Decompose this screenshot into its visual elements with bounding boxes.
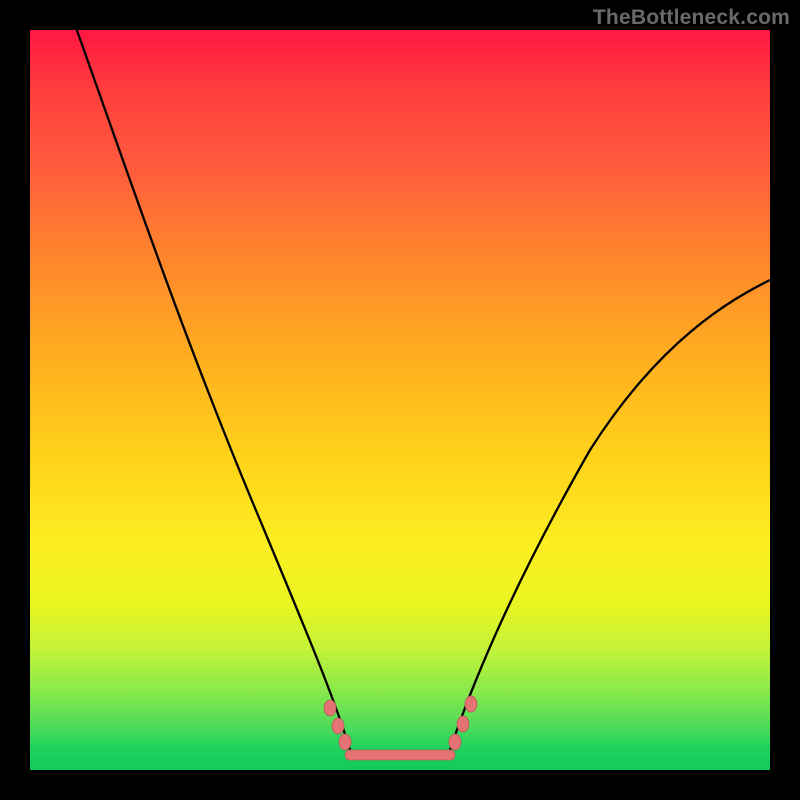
chart-svg [30, 30, 770, 770]
marker-left-1 [324, 700, 336, 716]
plot-area [30, 30, 770, 770]
marker-left-2 [332, 718, 344, 734]
marker-right-2 [457, 716, 469, 732]
marker-left-3 [339, 734, 351, 750]
marker-right-1 [449, 734, 461, 750]
chart-frame: TheBottleneck.com [0, 0, 800, 800]
left-curve [75, 30, 350, 750]
watermark-text: TheBottleneck.com [593, 6, 790, 30]
marker-right-3 [465, 696, 477, 712]
trough-bar [345, 750, 455, 760]
right-curve [450, 280, 770, 750]
